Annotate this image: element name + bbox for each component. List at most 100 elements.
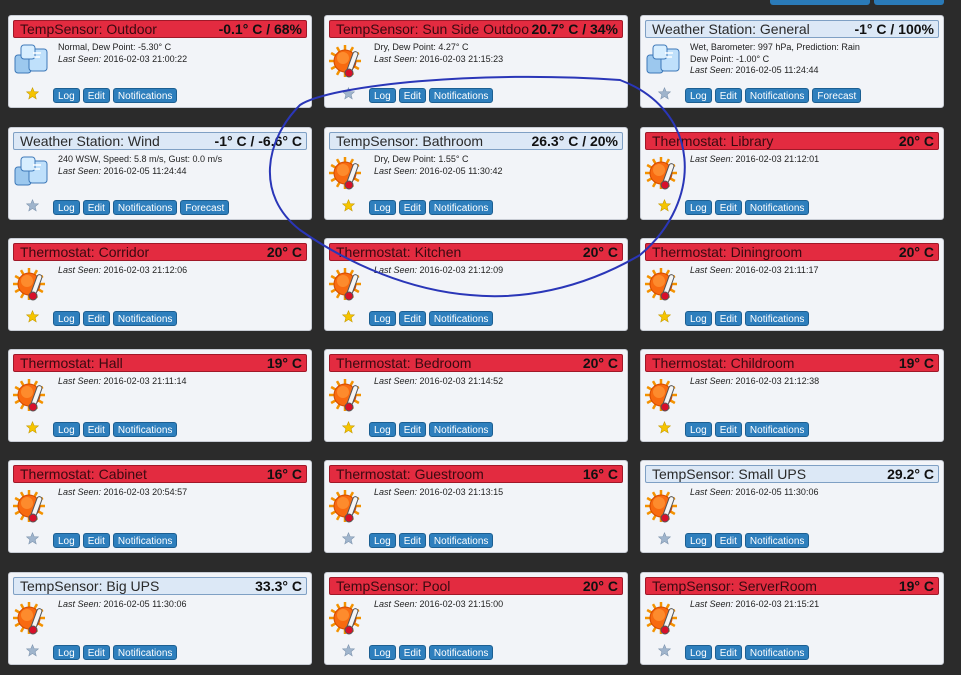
edit-button[interactable]: Edit: [82, 200, 110, 215]
log-button[interactable]: Log: [369, 311, 396, 326]
last-seen: Last Seen: 2016-02-05 11:30:42: [374, 165, 503, 176]
device-actions: Log Edit Notifications Forecast: [53, 200, 230, 215]
sun-thermometer-icon[interactable]: [329, 43, 365, 79]
favorite-star-icon[interactable]: [341, 199, 356, 212]
edit-button[interactable]: Edit: [714, 533, 742, 548]
edit-button[interactable]: Edit: [398, 311, 426, 326]
notifications-button[interactable]: Notifications: [744, 311, 810, 326]
sun-thermometer-icon[interactable]: [329, 266, 365, 302]
sun-thermometer-icon[interactable]: [13, 266, 49, 302]
favorite-star-icon[interactable]: [657, 532, 672, 545]
notifications-button[interactable]: Notifications: [428, 200, 494, 215]
sun-thermometer-icon[interactable]: [645, 600, 681, 636]
log-button[interactable]: Log: [685, 311, 712, 326]
notifications-button[interactable]: Notifications: [744, 533, 810, 548]
notifications-button[interactable]: Notifications: [112, 311, 178, 326]
log-button[interactable]: Log: [53, 422, 80, 437]
favorite-star-icon[interactable]: [341, 87, 356, 100]
favorite-star-icon[interactable]: [341, 421, 356, 434]
edit-button[interactable]: Edit: [398, 533, 426, 548]
sun-thermometer-icon[interactable]: [329, 600, 365, 636]
notifications-button[interactable]: Notifications: [112, 422, 178, 437]
log-button[interactable]: Log: [685, 645, 712, 660]
log-button[interactable]: Log: [369, 422, 396, 437]
edit-button[interactable]: Edit: [398, 200, 426, 215]
edit-button[interactable]: Edit: [82, 311, 110, 326]
log-button[interactable]: Log: [53, 88, 80, 103]
favorite-star-icon[interactable]: [341, 644, 356, 657]
notifications-button[interactable]: Notifications: [744, 645, 810, 660]
notifications-button[interactable]: Notifications: [744, 422, 810, 437]
notifications-button[interactable]: Notifications: [744, 88, 810, 103]
notifications-button[interactable]: Notifications: [428, 311, 494, 326]
log-button[interactable]: Log: [53, 533, 80, 548]
edit-button[interactable]: Edit: [714, 645, 742, 660]
sun-thermometer-icon[interactable]: [645, 266, 681, 302]
favorite-star-icon[interactable]: [25, 310, 40, 323]
ice-icon[interactable]: [13, 43, 49, 79]
edit-button[interactable]: Edit: [714, 422, 742, 437]
notifications-button[interactable]: Notifications: [112, 645, 178, 660]
notifications-button[interactable]: Notifications: [112, 533, 178, 548]
sun-thermometer-icon[interactable]: [645, 488, 681, 524]
notifications-button[interactable]: Notifications: [744, 200, 810, 215]
device-info: Last Seen: 2016-02-03 21:15:00: [374, 599, 624, 611]
ice-icon[interactable]: [13, 155, 49, 191]
log-button[interactable]: Log: [685, 200, 712, 215]
log-button[interactable]: Log: [369, 88, 396, 103]
favorite-star-icon[interactable]: [25, 421, 40, 434]
sun-thermometer-icon[interactable]: [329, 155, 365, 191]
log-button[interactable]: Log: [685, 533, 712, 548]
favorite-star-icon[interactable]: [25, 199, 40, 212]
edit-button[interactable]: Edit: [714, 200, 742, 215]
notifications-button[interactable]: Notifications: [428, 533, 494, 548]
log-button[interactable]: Log: [369, 645, 396, 660]
favorite-star-icon[interactable]: [657, 87, 672, 100]
favorite-star-icon[interactable]: [657, 199, 672, 212]
favorite-star-icon[interactable]: [25, 87, 40, 100]
notifications-button[interactable]: Notifications: [428, 88, 494, 103]
edit-button[interactable]: Edit: [398, 422, 426, 437]
log-button[interactable]: Log: [685, 88, 712, 103]
notifications-button[interactable]: Notifications: [428, 422, 494, 437]
sun-thermometer-icon[interactable]: [13, 377, 49, 413]
edit-button[interactable]: Edit: [82, 533, 110, 548]
log-button[interactable]: Log: [53, 200, 80, 215]
notifications-button[interactable]: Notifications: [112, 88, 178, 103]
log-button[interactable]: Log: [53, 645, 80, 660]
edit-button[interactable]: Edit: [398, 88, 426, 103]
edit-button[interactable]: Edit: [714, 88, 742, 103]
notifications-button[interactable]: Notifications: [112, 200, 178, 215]
device-title: TempSensor: Bathroom: [336, 133, 529, 149]
sun-thermometer-icon[interactable]: [645, 377, 681, 413]
device-type: Weather Station:: [652, 21, 757, 37]
edit-button[interactable]: Edit: [82, 88, 110, 103]
forecast-button[interactable]: Forecast: [180, 200, 230, 215]
sun-thermometer-icon[interactable]: [13, 600, 49, 636]
favorite-star-icon[interactable]: [657, 644, 672, 657]
device-type: Thermostat:: [20, 355, 95, 371]
sun-thermometer-icon[interactable]: [13, 488, 49, 524]
sun-thermometer-icon[interactable]: [329, 488, 365, 524]
ice-icon[interactable]: [645, 43, 681, 79]
log-button[interactable]: Log: [369, 533, 396, 548]
notifications-button[interactable]: Notifications: [428, 645, 494, 660]
log-button[interactable]: Log: [685, 422, 712, 437]
device-actions: Log Edit Notifications: [53, 311, 178, 326]
favorite-star-icon[interactable]: [25, 532, 40, 545]
favorite-star-icon[interactable]: [341, 310, 356, 323]
favorite-star-icon[interactable]: [341, 532, 356, 545]
log-button[interactable]: Log: [53, 311, 80, 326]
sun-thermometer-icon[interactable]: [329, 377, 365, 413]
favorite-star-icon[interactable]: [25, 644, 40, 657]
favorite-star-icon[interactable]: [657, 310, 672, 323]
edit-button[interactable]: Edit: [398, 645, 426, 660]
favorite-star-icon[interactable]: [657, 421, 672, 434]
device-header: Thermostat: Bedroom 20° C: [329, 354, 623, 372]
edit-button[interactable]: Edit: [714, 311, 742, 326]
edit-button[interactable]: Edit: [82, 645, 110, 660]
edit-button[interactable]: Edit: [82, 422, 110, 437]
log-button[interactable]: Log: [369, 200, 396, 215]
forecast-button[interactable]: Forecast: [812, 88, 862, 103]
sun-thermometer-icon[interactable]: [645, 155, 681, 191]
